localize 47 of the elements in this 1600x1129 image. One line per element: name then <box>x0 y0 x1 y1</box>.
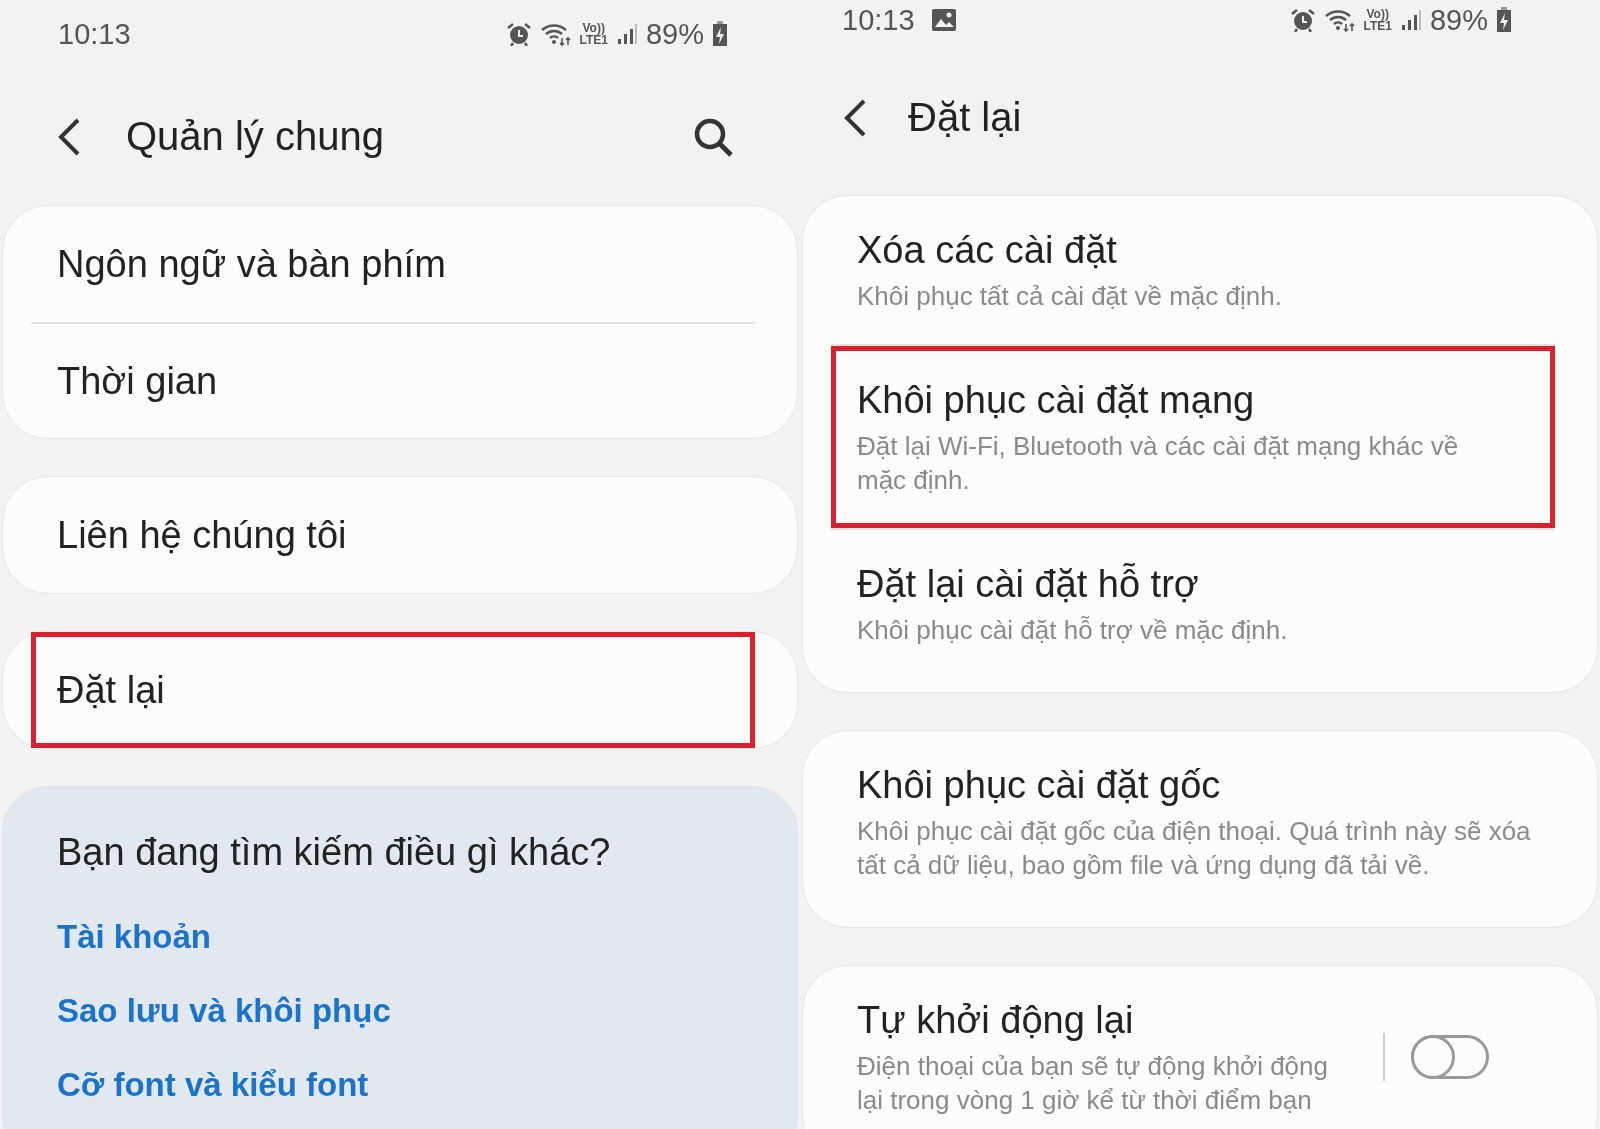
battery-percent: 89% <box>1429 3 1488 37</box>
page-title: Đặt lại <box>908 95 1023 140</box>
suggestion-link[interactable]: Sao lưu và khôi phục <box>57 974 757 1048</box>
image-icon <box>930 8 957 32</box>
item-title: Liên hệ chúng tôi <box>57 513 348 558</box>
item-description: Điện thoại của bạn sẽ tự động khởi động lại trong vòng 1 giờ kể từ thời điểm bạn <box>857 1050 1329 1117</box>
signal-icon <box>615 23 638 45</box>
item-title: Tự khởi động lại <box>857 998 1135 1043</box>
volte-lte-indicator: Vo)) LTE1 <box>579 22 608 46</box>
item-title: Ngôn ngữ và bàn phím <box>57 242 447 287</box>
status-time: 10:13 <box>58 17 131 51</box>
settings-item[interactable]: Đặt lại cài đặt hỗ trợ Khôi phục cài đặt hỗ trợ về mặc định. <box>831 528 1555 678</box>
item-title: Khôi phục cài đặt mạng <box>857 378 1256 423</box>
settings-item[interactable]: Ngôn ngữ và bàn phím <box>31 206 755 322</box>
alarm-icon <box>505 22 532 46</box>
item-description: Khôi phục cài đặt gốc của điện thoại. Quá trình này sẽ xóa tất cả dữ liệu, bao gồm file và ứng dụng đã tải về. <box>857 815 1532 882</box>
item-title: Xóa các cài đặt <box>857 228 1118 273</box>
battery-percent: 89% <box>645 17 704 51</box>
settings-item[interactable]: Tự khởi động lại Điện thoại của bạn sẽ tự động khởi động lại trong vòng 1 giờ kể từ thời điểm bạn <box>831 966 1555 1129</box>
alarm-icon <box>1289 8 1316 32</box>
wifi-icon <box>1323 8 1356 32</box>
status-time: 10:13 <box>842 3 915 37</box>
battery-charging-icon <box>712 21 728 47</box>
settings-item[interactable]: Khôi phục cài đặt gốc Khôi phục cài đặt gốc của điện thoại. Quá trình này sẽ xóa tất cả dữ liệu, bao gồm file và ứng dụng đã tải về. <box>831 731 1555 913</box>
suggestions-heading: Bạn đang tìm kiếm điều gì khác? <box>57 831 612 874</box>
toggle-switch[interactable] <box>1411 1035 1489 1079</box>
suggestion-link[interactable]: Tài khoản <box>57 900 757 974</box>
volte-lte-indicator: Vo)) LTE1 <box>1363 8 1392 32</box>
item-title: Thời gian <box>57 359 219 404</box>
item-description: Đặt lại Wi-Fi, Bluetooth và các cài đặt mạng khác về mặc định. <box>857 430 1460 497</box>
settings-item[interactable]: Liên hệ chúng tôi <box>31 477 755 593</box>
wifi-icon <box>539 22 572 46</box>
battery-charging-icon <box>1496 7 1512 33</box>
suggestion-link[interactable]: Cỡ font và kiểu font <box>57 1048 757 1122</box>
highlighted-settings-item[interactable]: Khôi phục cài đặt mạng Đặt lại Wi-Fi, Bluetooth và các cài đặt mạng khác về mặc định. <box>831 344 1555 528</box>
item-title: Khôi phục cài đặt gốc <box>857 763 1222 808</box>
signal-icon <box>1399 9 1422 31</box>
highlighted-settings-item[interactable]: Đặt lại <box>31 632 755 748</box>
item-title: Đặt lại <box>57 668 166 713</box>
back-icon[interactable] <box>56 116 82 157</box>
settings-item[interactable]: Thời gian <box>31 322 755 438</box>
settings-item[interactable]: Xóa các cài đặt Khôi phục tất cả cài đặt về mặc định. <box>831 196 1555 344</box>
item-description: Khôi phục tất cả cài đặt về mặc định. <box>857 280 1283 313</box>
back-icon[interactable] <box>842 97 868 138</box>
page-title: Quản lý chung <box>126 114 385 159</box>
item-description: Khôi phục cài đặt hỗ trợ về mặc định. <box>857 614 1289 647</box>
item-title: Đặt lại cài đặt hỗ trợ <box>857 562 1200 607</box>
